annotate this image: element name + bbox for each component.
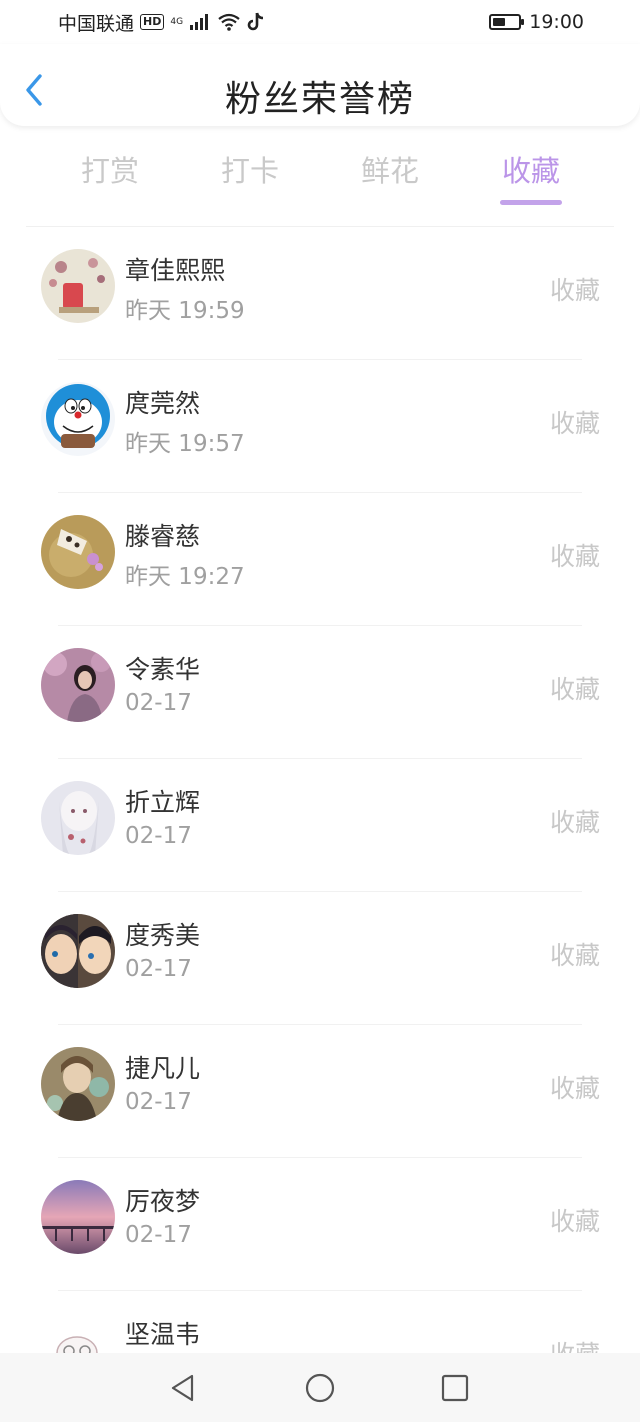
nav-bar: 粉丝荣誉榜 [0,44,640,126]
home-circle-icon[interactable] [304,1372,336,1404]
action-label: 收藏 [549,409,600,438]
user-time: 昨天 19:59 [125,298,245,324]
action-label: 收藏 [549,808,600,837]
status-right: 19:00 [489,11,584,33]
network-label: 4G [170,17,184,27]
tab-reward[interactable]: 打赏 [70,148,150,190]
list-item[interactable]: 庹莞然 昨天 19:57 收藏 [0,360,640,493]
avatar [41,1047,115,1121]
user-name: 章佳熙熙 [125,256,226,285]
recents-square-icon[interactable] [439,1372,471,1404]
list-item[interactable]: 厉夜梦 02-17 收藏 [0,1158,640,1291]
list-item[interactable]: 令素华 02-17 收藏 [0,626,640,759]
status-left: 中国联通 HD 4G [58,9,265,36]
action-label: 收藏 [549,675,600,704]
avatar [41,1180,115,1254]
action-label: 收藏 [549,941,600,970]
action-label: 收藏 [549,1207,600,1236]
user-time: 02-17 [125,823,192,849]
battery-level [493,18,506,26]
avatar [41,914,115,988]
clock: 19:00 [529,11,584,33]
avatar [41,648,115,722]
list-item[interactable]: 折立辉 02-17 收藏 [0,759,640,892]
wifi-icon [218,13,240,31]
page-title: 粉丝荣誉榜 [224,79,415,120]
signal-icon [190,14,209,30]
user-time: 02-17 [125,1222,192,1248]
active-tab-indicator [500,200,562,205]
avatar [41,781,115,855]
avatar [41,382,115,456]
user-time: 02-17 [125,1089,192,1115]
tab-favorites[interactable]: 收藏 [491,148,571,205]
list-item[interactable]: 章佳熙熙 昨天 19:59 收藏 [0,227,640,360]
list-item[interactable]: 捷凡儿 02-17 收藏 [0,1025,640,1158]
action-label: 收藏 [549,276,600,305]
action-label: 收藏 [549,1074,600,1103]
user-name: 折立辉 [125,788,201,817]
carrier-label: 中国联通 [58,12,135,35]
avatar [41,249,115,323]
user-name: 厉夜梦 [125,1187,201,1216]
hd-badge: HD [140,14,165,30]
user-name: 令素华 [125,655,201,684]
user-time: 昨天 19:27 [125,564,245,590]
user-name: 坚温韦 [125,1320,201,1349]
tab-bar: 打赏 打卡 鲜花 收藏 [0,140,640,210]
list-item[interactable]: 度秀美 02-17 收藏 [0,892,640,1025]
user-name: 滕睿慈 [125,522,201,551]
tab-flowers[interactable]: 鲜花 [350,148,430,190]
system-nav-bar [0,1353,640,1422]
user-time: 昨天 19:57 [125,431,245,457]
back-triangle-icon[interactable] [167,1372,199,1404]
user-time: 02-17 [125,690,192,716]
avatar [41,515,115,589]
user-name: 庹莞然 [125,389,201,418]
tab-checkin[interactable]: 打卡 [210,148,290,190]
user-name: 度秀美 [125,921,201,950]
tiktok-icon [247,12,264,31]
user-time: 02-17 [125,956,192,982]
battery-icon [489,14,525,30]
status-bar: 中国联通 HD 4G 19:00 [0,0,640,44]
action-label: 收藏 [549,542,600,571]
tab-favorites-label: 收藏 [501,154,560,188]
user-name: 捷凡儿 [125,1054,201,1083]
list-item[interactable]: 滕睿慈 昨天 19:27 收藏 [0,493,640,626]
